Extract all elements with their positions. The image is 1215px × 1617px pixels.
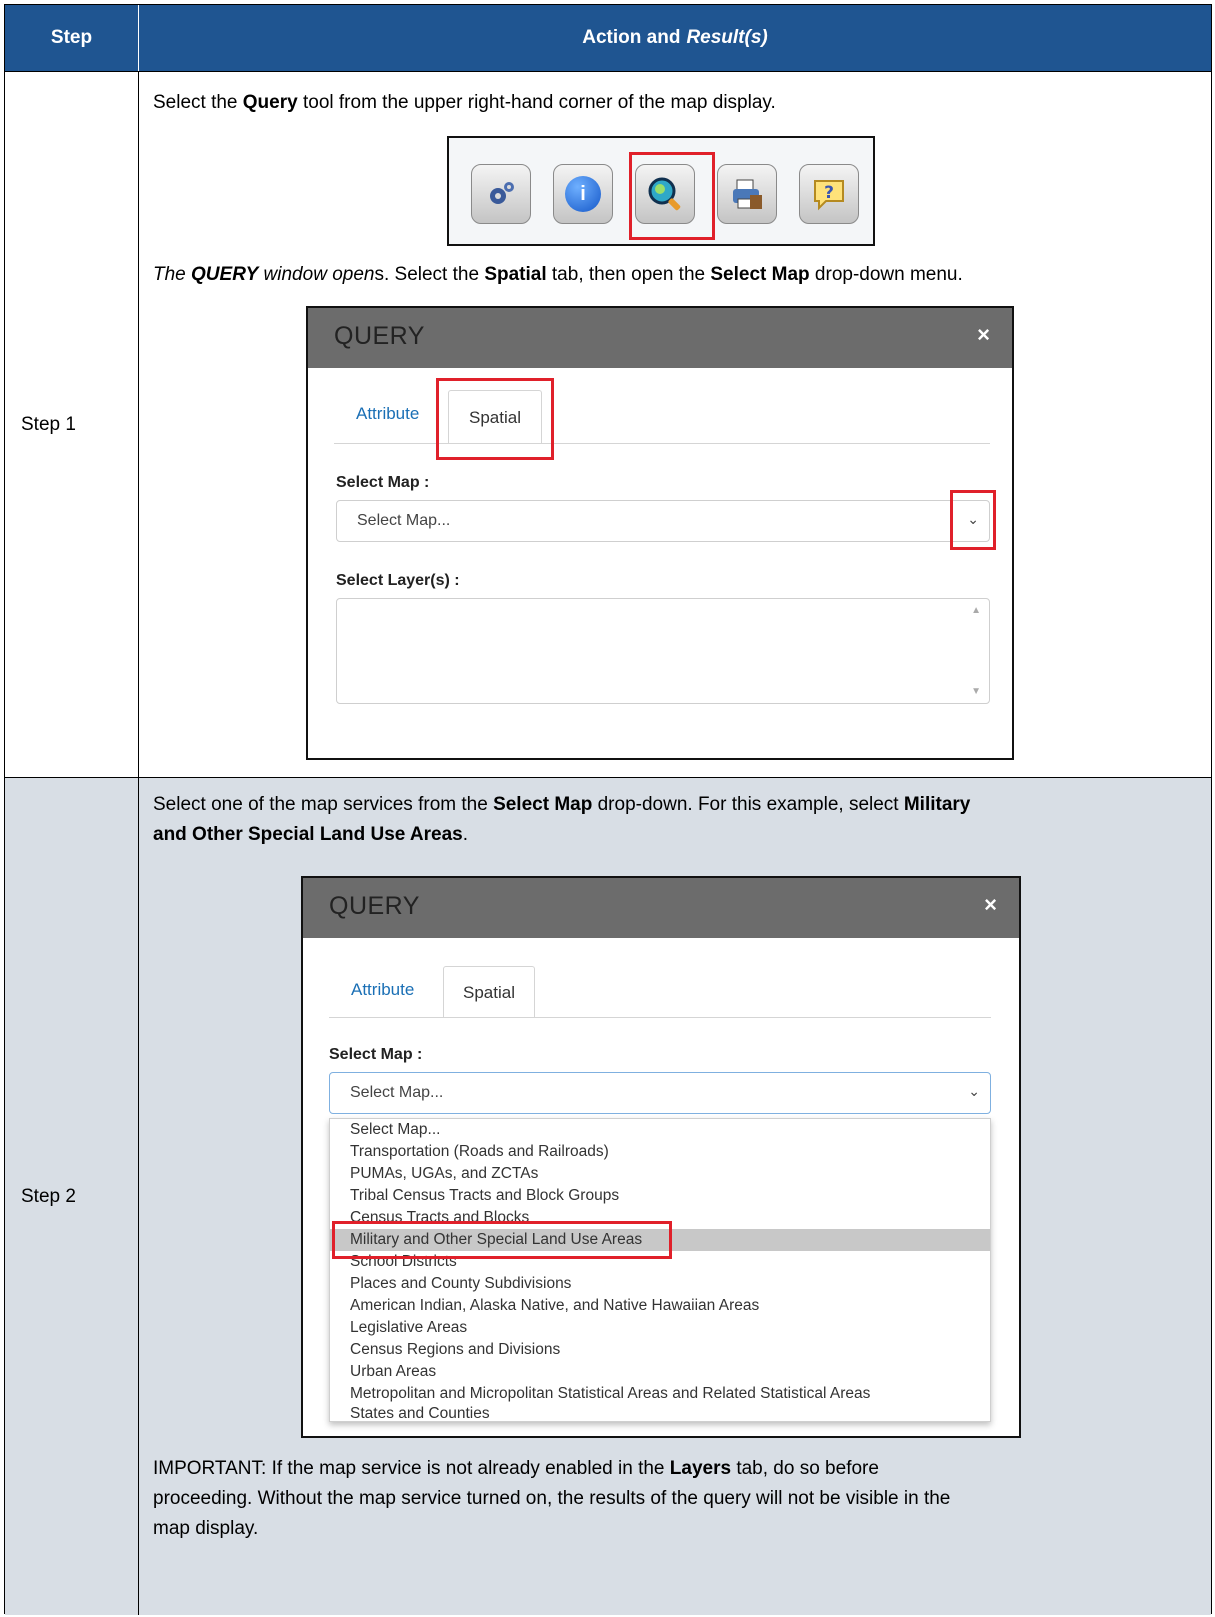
instruction-table: Step Action and Result(s) Step 1 Select t… xyxy=(4,4,1212,1615)
help-icon: ? xyxy=(814,180,844,211)
select-map-options-list[interactable]: Select Map... Transportation (Roads and … xyxy=(329,1118,991,1422)
select-map-label: Select Map : xyxy=(329,1046,423,1063)
settings-icon xyxy=(490,182,514,204)
query-dialog-2: QUERY × Attribute Spatial Select Map : S… xyxy=(301,876,1021,1438)
select-layers-list[interactable]: ▲ ▼ xyxy=(336,598,990,704)
help-button[interactable]: ? xyxy=(799,164,859,224)
step-1-instruction: Select the Query tool from the upper rig… xyxy=(153,92,776,113)
header-step: Step xyxy=(5,5,139,71)
option-places[interactable]: Places and County Subdivisions xyxy=(350,1275,571,1293)
print-icon xyxy=(733,179,762,209)
scroll-up-icon[interactable]: ▲ xyxy=(971,605,981,616)
step-2-important: IMPORTANT: If the map service is not alr… xyxy=(153,1458,951,1539)
tab-divider xyxy=(334,443,990,444)
select-layers-label: Select Layer(s) : xyxy=(336,572,460,589)
select-map-value: Select Map... xyxy=(350,1084,444,1101)
military-option-highlight xyxy=(332,1221,672,1259)
dropdown-arrow-highlight xyxy=(950,490,996,550)
map-toolbar-image: i ? xyxy=(447,136,875,246)
option-states-counties[interactable]: States and Counties xyxy=(350,1406,490,1422)
close-icon[interactable]: × xyxy=(984,892,997,918)
step-1-result: The QUERY window opens. Select the Spati… xyxy=(153,264,963,285)
query-dialog-1: QUERY × Attribute Spatial Select Map : S… xyxy=(306,306,1014,760)
option-transportation[interactable]: Transportation (Roads and Railroads) xyxy=(350,1143,609,1161)
spatial-tab-highlight xyxy=(436,378,554,460)
option-metropolitan[interactable]: Metropolitan and Micropolitan Statistica… xyxy=(350,1385,870,1403)
dialog-title: QUERY xyxy=(334,322,425,350)
info-icon: i xyxy=(565,176,601,212)
info-button[interactable]: i xyxy=(553,164,613,224)
tab-divider xyxy=(329,1017,991,1018)
print-button[interactable] xyxy=(717,164,777,224)
settings-button[interactable] xyxy=(471,164,531,224)
option-american-indian[interactable]: American Indian, Alaska Native, and Nati… xyxy=(350,1297,759,1315)
dialog-title: QUERY xyxy=(329,892,420,920)
tab-attribute[interactable]: Attribute xyxy=(351,980,414,1000)
header-action: Action and Result(s) xyxy=(139,5,1211,71)
option-tribal-census[interactable]: Tribal Census Tracts and Block Groups xyxy=(350,1187,619,1205)
option-select-map[interactable]: Select Map... xyxy=(350,1121,440,1139)
select-map-label: Select Map : xyxy=(336,474,430,491)
tab-attribute[interactable]: Attribute xyxy=(356,404,419,424)
scroll-down-icon[interactable]: ▼ xyxy=(971,686,981,697)
tab-spatial[interactable]: Spatial xyxy=(443,966,535,1018)
option-urban-areas[interactable]: Urban Areas xyxy=(350,1363,436,1381)
step-2-instruction: Select one of the map services from the … xyxy=(153,794,971,845)
header-action-label: Action and xyxy=(582,27,681,48)
step-2-label: Step 2 xyxy=(5,778,139,1615)
header-results-label: Result(s) xyxy=(686,27,768,48)
step-2-row: Step 2 Select one of the map services fr… xyxy=(5,777,1211,1615)
table-header: Step Action and Result(s) xyxy=(5,5,1211,71)
option-pumas[interactable]: PUMAs, UGAs, and ZCTAs xyxy=(350,1165,538,1183)
option-legislative[interactable]: Legislative Areas xyxy=(350,1319,467,1337)
step-1-label: Step 1 xyxy=(5,72,139,777)
step-1-row: Step 1 Select the Query tool from the up… xyxy=(5,71,1211,777)
select-map-value: Select Map... xyxy=(357,512,451,529)
svg-text:?: ? xyxy=(824,183,834,203)
dialog-header: QUERY × xyxy=(308,308,1012,368)
select-map-dropdown[interactable]: Select Map... ⌄ xyxy=(336,500,990,542)
chevron-down-icon[interactable]: ⌄ xyxy=(968,1083,980,1100)
option-census-regions[interactable]: Census Regions and Divisions xyxy=(350,1341,560,1359)
select-map-dropdown[interactable]: Select Map... ⌄ xyxy=(329,1072,991,1114)
dialog-header: QUERY × xyxy=(303,878,1019,938)
close-icon[interactable]: × xyxy=(977,322,990,348)
query-highlight xyxy=(629,152,715,240)
